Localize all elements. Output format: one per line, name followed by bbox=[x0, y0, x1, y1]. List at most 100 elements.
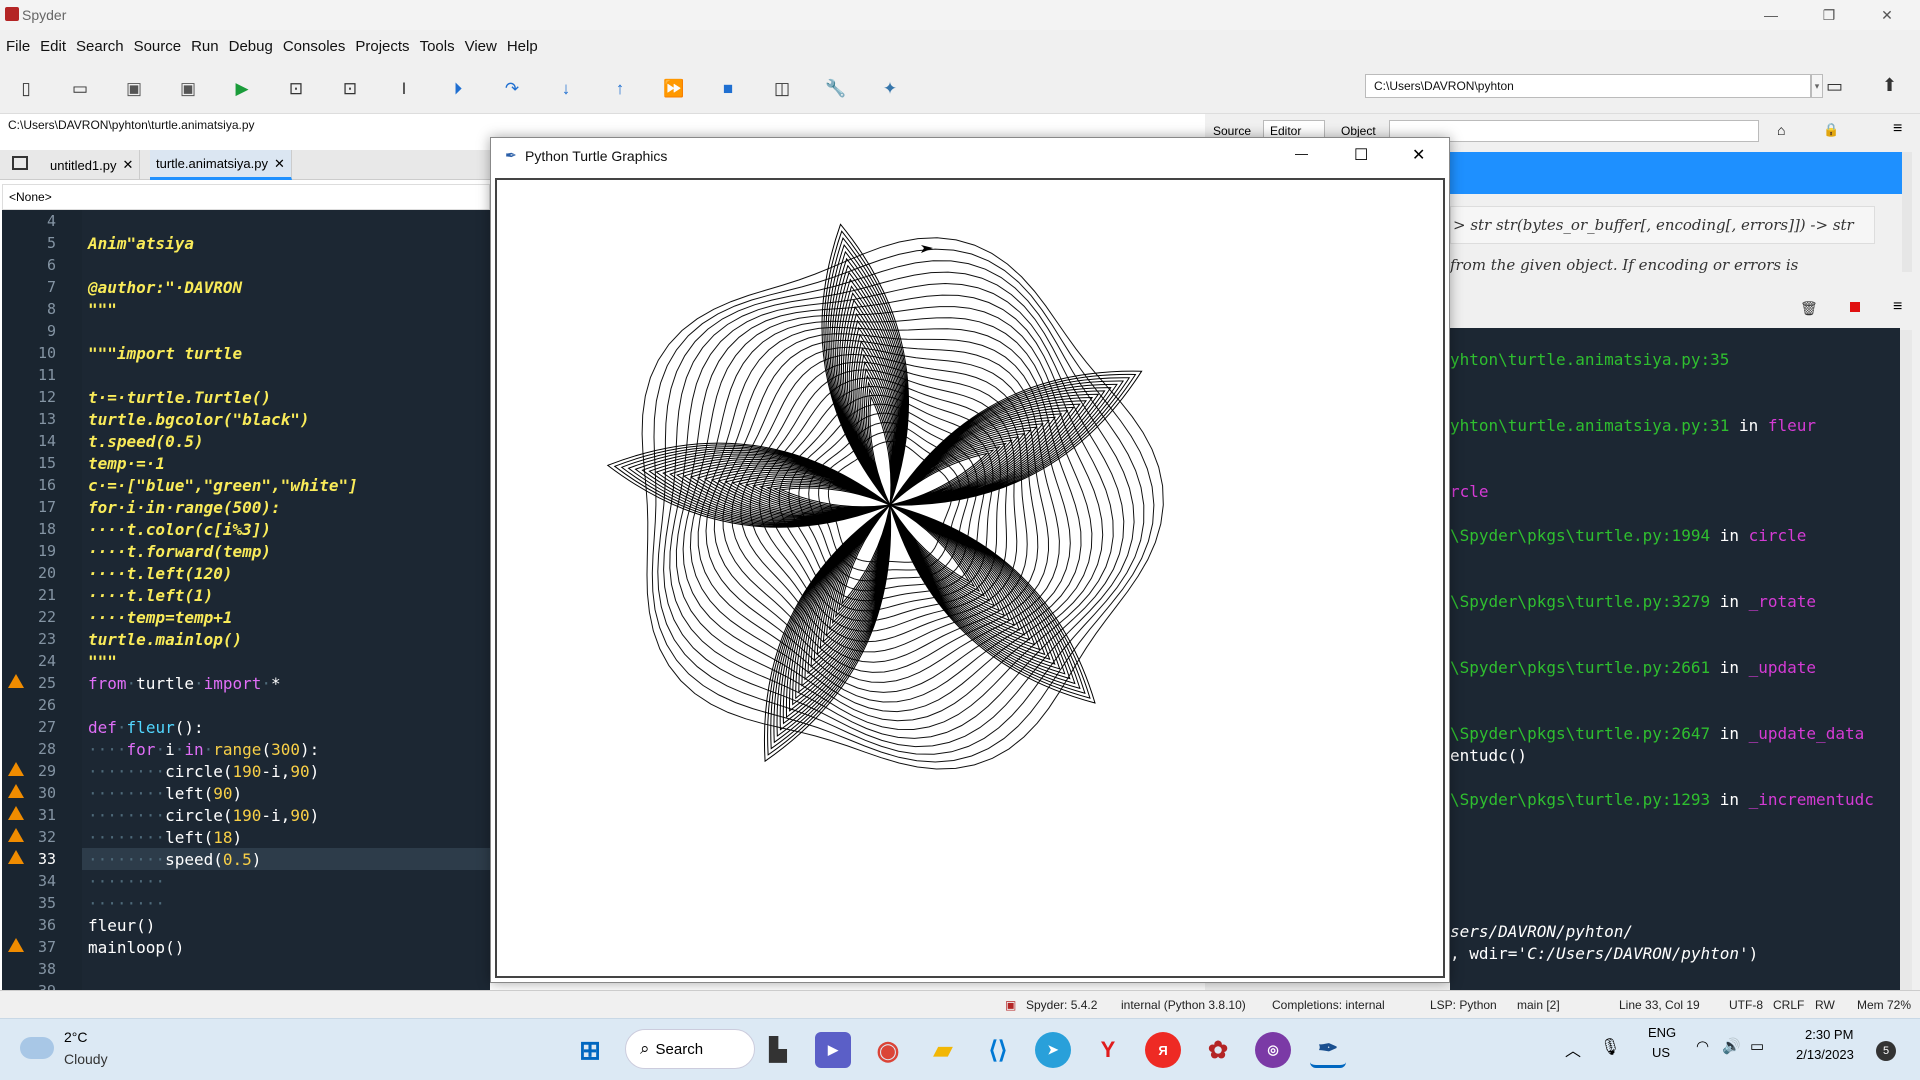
python-path-icon[interactable]: ✦ bbox=[877, 76, 903, 102]
line-number: 21 bbox=[37, 586, 56, 604]
notification-badge[interactable]: 5 bbox=[1876, 1041, 1896, 1061]
save-icon[interactable]: ▣ bbox=[121, 76, 147, 102]
vscode-icon[interactable]: ⟨⟩ bbox=[980, 1032, 1016, 1068]
debug-icon[interactable]: ⏵ bbox=[445, 76, 471, 102]
menu-edit[interactable]: Edit bbox=[40, 38, 66, 55]
run-cell-icon[interactable]: ⊡ bbox=[283, 76, 309, 102]
tab-turtle-animatsiya[interactable]: turtle.animatsiya.py ✕ bbox=[150, 150, 292, 180]
working-directory-input[interactable]: C:\Users\DAVRON\pyhton bbox=[1365, 74, 1811, 98]
outline-selector[interactable]: <None> bbox=[2, 184, 490, 210]
menu-help[interactable]: Help bbox=[507, 38, 538, 55]
menu-debug[interactable]: Debug bbox=[229, 38, 273, 55]
code-token: for bbox=[126, 740, 156, 759]
home-icon[interactable]: ⌂ bbox=[1777, 122, 1785, 138]
tab-untitled1[interactable]: untitled1.py ✕ bbox=[44, 150, 141, 180]
teams-chat-icon[interactable]: ▶ bbox=[815, 1032, 851, 1068]
battery-icon[interactable]: ▭ bbox=[1750, 1037, 1764, 1055]
warning-icon[interactable] bbox=[8, 938, 24, 952]
yandex-icon[interactable]: Я bbox=[1145, 1032, 1181, 1068]
chrome-icon[interactable]: ◉ bbox=[870, 1032, 906, 1068]
save-all-icon[interactable]: ▣ bbox=[175, 76, 201, 102]
line-number: 36 bbox=[37, 916, 56, 934]
step-into-icon[interactable]: ↓ bbox=[553, 76, 579, 102]
warning-icon[interactable] bbox=[8, 762, 24, 776]
stop-kernel-icon[interactable] bbox=[1850, 302, 1860, 312]
weather-description[interactable]: Cloudy bbox=[64, 1051, 108, 1067]
clock-date[interactable]: 2/13/2023 bbox=[1796, 1047, 1854, 1062]
code-editor[interactable]: 4 5 6 7 8 9 10 11 12 13 14 15 16 17 18 1… bbox=[2, 210, 490, 1000]
warning-icon[interactable] bbox=[8, 784, 24, 798]
telegram-icon[interactable]: ➤ bbox=[1035, 1032, 1071, 1068]
menu-consoles[interactable]: Consoles bbox=[283, 38, 346, 55]
spyder-taskbar-icon[interactable]: ✿ bbox=[1200, 1032, 1236, 1068]
code-token: 90 bbox=[213, 784, 233, 803]
help-options-icon[interactable]: ≡ bbox=[1893, 120, 1902, 138]
start-windows-icon[interactable]: ⊞ bbox=[572, 1032, 608, 1068]
menu-tools[interactable]: Tools bbox=[420, 38, 455, 55]
code-line: Anim"atsiya bbox=[88, 234, 194, 253]
code-token: 18 bbox=[213, 828, 233, 847]
browse-folder-icon[interactable]: ▭ bbox=[1826, 76, 1843, 97]
region-indicator[interactable]: US bbox=[1652, 1045, 1670, 1060]
turtle-canvas[interactable] bbox=[495, 178, 1445, 978]
turtle-close-button[interactable]: ✕ bbox=[1412, 145, 1425, 165]
taskbar-search[interactable]: ⌕ Search bbox=[625, 1029, 755, 1069]
task-view-icon[interactable]: ▙ bbox=[760, 1032, 796, 1068]
weather-temperature[interactable]: 2°C bbox=[64, 1029, 88, 1045]
console-options-icon[interactable]: ≡ bbox=[1893, 298, 1902, 316]
language-indicator[interactable]: ENG bbox=[1648, 1025, 1676, 1040]
console-line: yhton\turtle.animatsiya.py:35 bbox=[1450, 350, 1730, 369]
maximize-pane-icon[interactable]: ◫ bbox=[769, 76, 795, 102]
warning-icon[interactable] bbox=[8, 674, 24, 688]
tab-close-icon[interactable]: ✕ bbox=[274, 156, 285, 172]
menu-run[interactable]: Run bbox=[191, 38, 219, 55]
menu-projects[interactable]: Projects bbox=[355, 38, 409, 55]
working-directory-dropdown[interactable]: ▾ bbox=[1811, 74, 1823, 98]
step-out-icon[interactable]: ↑ bbox=[607, 76, 633, 102]
browse-tabs-icon[interactable] bbox=[12, 156, 28, 170]
wifi-icon[interactable]: ◠ bbox=[1696, 1037, 1709, 1055]
menu-view[interactable]: View bbox=[465, 38, 497, 55]
code-line: """ bbox=[88, 652, 117, 671]
continue-icon[interactable]: ⏩ bbox=[661, 76, 687, 102]
turtle-graphics-window[interactable]: ✒ Python Turtle Graphics — ☐ ✕ bbox=[490, 137, 1450, 983]
tab-close-icon[interactable]: ✕ bbox=[123, 157, 134, 173]
run-cell-advance-icon[interactable]: ⊡ bbox=[337, 76, 363, 102]
run-icon[interactable]: ▶ bbox=[229, 76, 255, 102]
trash-icon[interactable]: 🗑 bbox=[1800, 300, 1818, 317]
weather-cloud-icon[interactable] bbox=[20, 1037, 54, 1059]
microphone-icon[interactable]: 🎙 bbox=[1600, 1037, 1620, 1057]
close-button[interactable]: ✕ bbox=[1858, 0, 1916, 30]
minimize-button[interactable]: — bbox=[1742, 0, 1800, 30]
ipython-console[interactable]: yhton\turtle.animatsiya.py:35 yhton\turt… bbox=[1450, 328, 1900, 990]
turtle-minimize-button[interactable]: — bbox=[1295, 146, 1308, 161]
parent-directory-icon[interactable]: ⬆ bbox=[1882, 75, 1897, 96]
help-scrollbar[interactable] bbox=[1902, 152, 1912, 272]
menu-source[interactable]: Source bbox=[134, 38, 182, 55]
new-file-icon[interactable]: ▯ bbox=[13, 76, 39, 102]
menu-search[interactable]: Search bbox=[76, 38, 124, 55]
warning-icon[interactable] bbox=[8, 850, 24, 864]
clock-time[interactable]: 2:30 PM bbox=[1805, 1027, 1853, 1042]
file-explorer-icon[interactable]: ▰ bbox=[925, 1032, 961, 1068]
github-desktop-icon[interactable]: ◎ bbox=[1255, 1032, 1291, 1068]
show-hidden-icons-chevron-icon[interactable]: ︿ bbox=[1565, 1037, 1581, 1061]
stop-debug-icon[interactable]: ■ bbox=[715, 76, 741, 102]
line-number: 6 bbox=[46, 256, 56, 274]
run-selection-icon[interactable]: I bbox=[391, 76, 417, 102]
warning-icon[interactable] bbox=[8, 806, 24, 820]
menu-file[interactable]: File bbox=[6, 38, 30, 55]
lock-icon[interactable]: 🔒 bbox=[1823, 122, 1839, 138]
turtle-maximize-button[interactable]: ☐ bbox=[1354, 145, 1368, 165]
maximize-button[interactable]: ❐ bbox=[1800, 0, 1858, 30]
warning-icon[interactable] bbox=[8, 828, 24, 842]
volume-icon[interactable]: 🔊 bbox=[1722, 1037, 1741, 1055]
yandex-browser-icon[interactable]: Y bbox=[1090, 1032, 1126, 1068]
console-scrollbar[interactable] bbox=[1900, 330, 1912, 990]
python-turtle-taskbar-icon[interactable]: ✒ bbox=[1310, 1032, 1346, 1068]
step-icon[interactable]: ↷ bbox=[499, 76, 525, 102]
open-file-icon[interactable]: ▭ bbox=[67, 76, 93, 102]
preferences-wrench-icon[interactable]: 🔧 bbox=[823, 76, 849, 102]
status-interpreter[interactable]: internal (Python 3.8.10) bbox=[1121, 998, 1246, 1012]
line-number: 11 bbox=[37, 366, 56, 384]
